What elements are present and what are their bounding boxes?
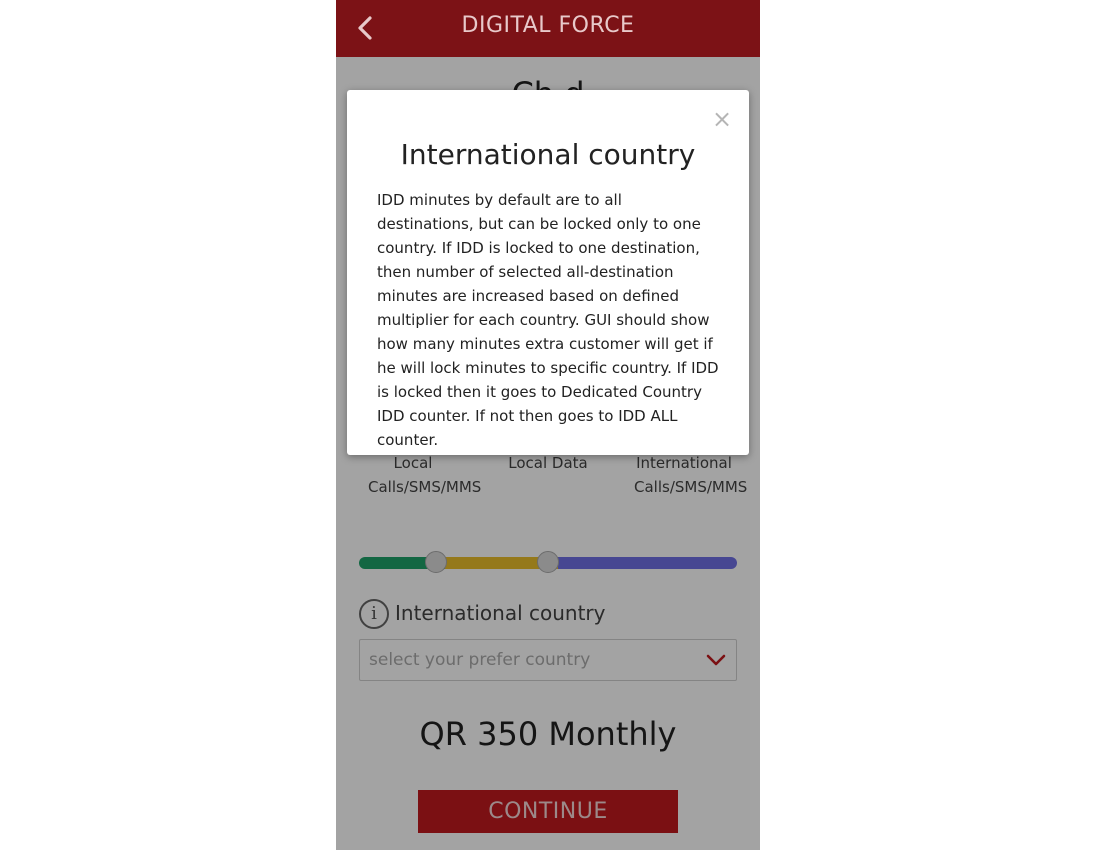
modal-title: International country: [400, 138, 696, 171]
app-title: DIGITAL FORCE: [461, 13, 635, 38]
app-screen: DIGITAL FORCE Ch d Local Calls/SMS/MMS L…: [336, 0, 760, 850]
close-icon[interactable]: ×: [711, 107, 733, 131]
top-bar: DIGITAL FORCE: [336, 0, 760, 57]
modal-body-text: IDD minutes by default are to all destin…: [377, 191, 719, 449]
info-modal: × International country IDD minutes by d…: [347, 90, 749, 455]
